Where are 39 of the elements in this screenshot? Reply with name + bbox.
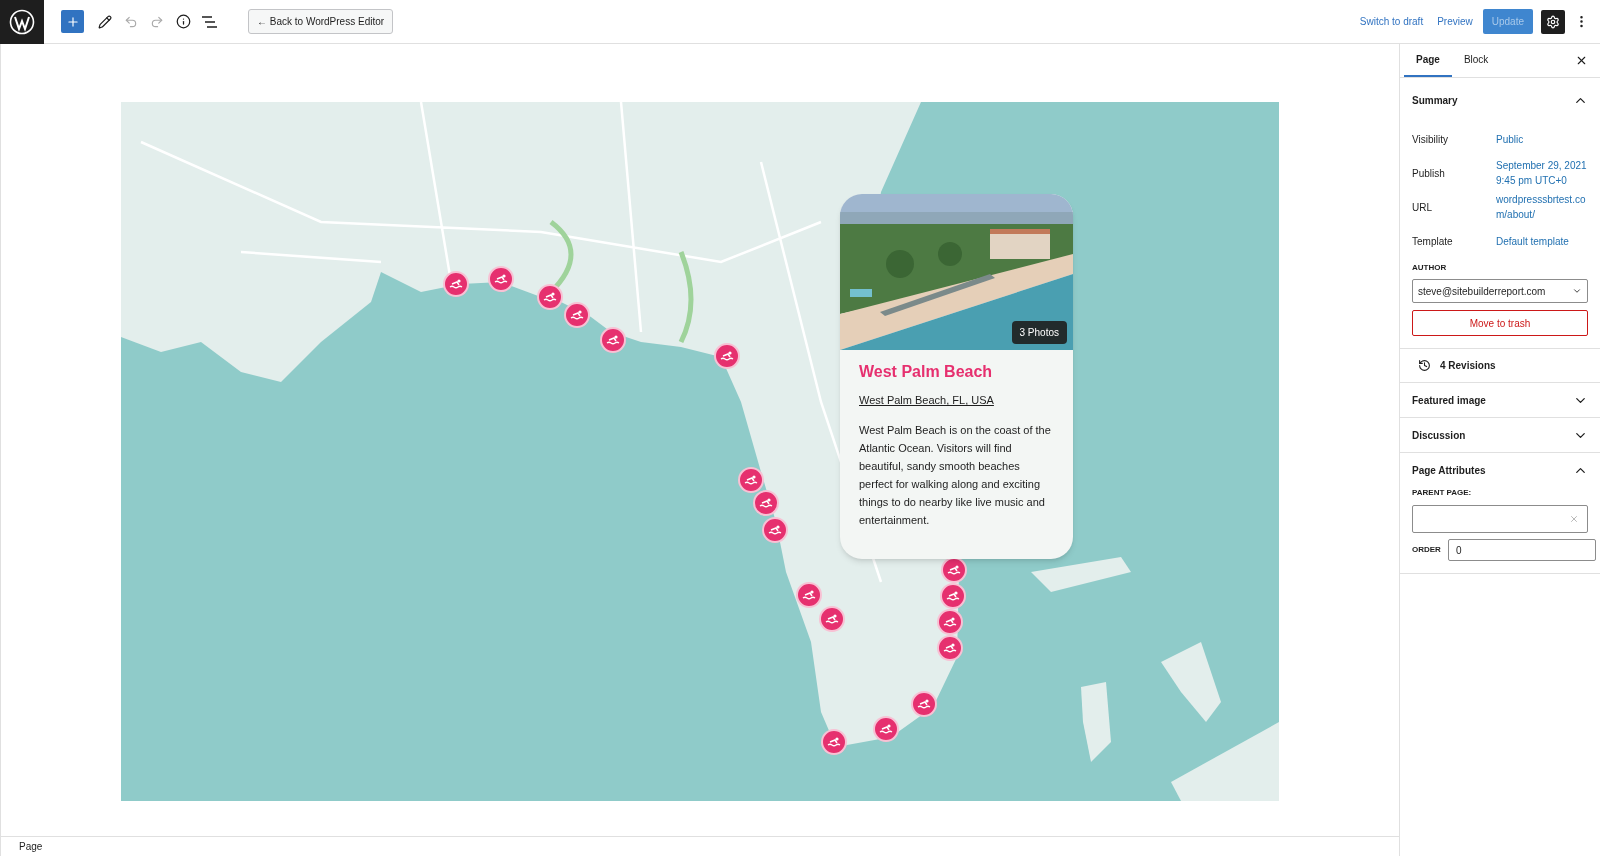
clear-icon xyxy=(1569,514,1579,524)
author-select[interactable]: steve@sitebuilderreport.com xyxy=(1412,279,1588,303)
undo-icon[interactable] xyxy=(124,14,138,29)
field-label: Publish xyxy=(1412,166,1446,181)
preview-button[interactable]: Preview xyxy=(1437,14,1473,29)
switch-to-draft-button[interactable]: Switch to draft xyxy=(1359,14,1424,29)
logo-icon[interactable] xyxy=(0,0,44,44)
field-value-link[interactable]: Default template xyxy=(1496,233,1588,249)
sidebar-tab[interactable]: Page xyxy=(1404,44,1452,77)
panel-toggle[interactable]: Featured image xyxy=(1412,383,1588,417)
field-value-link[interactable]: September 29, 2021 9:45 pm UTC+0 xyxy=(1496,158,1588,188)
revisions-link[interactable]: 4 Revisions xyxy=(1440,358,1496,373)
field-label: URL xyxy=(1412,200,1433,215)
list-view-icon[interactable] xyxy=(202,15,217,28)
parent-page-label: PARENT PAGE: xyxy=(1412,487,1473,499)
plus-icon xyxy=(65,14,80,29)
parent-page-field[interactable] xyxy=(1412,505,1588,533)
back-button[interactable]: ← Back to WordPress Editor xyxy=(248,9,394,34)
sidebar-tab[interactable]: Block xyxy=(1451,44,1501,77)
field-label: Visibility xyxy=(1412,132,1449,147)
settings-button[interactable] xyxy=(1541,9,1565,34)
settings-icon xyxy=(1546,14,1560,29)
pencil-icon[interactable] xyxy=(98,14,112,29)
move-to-trash-button[interactable]: Move to trash xyxy=(1412,310,1588,336)
field-value-link[interactable]: wordpresssbrtest.com/about/ xyxy=(1496,192,1588,222)
panel-toggle[interactable]: Discussion xyxy=(1412,418,1588,452)
redo-icon[interactable] xyxy=(150,14,164,29)
author-label: AUTHOR xyxy=(1412,262,1448,274)
history-icon xyxy=(1418,359,1431,372)
close-icon[interactable] xyxy=(1575,54,1588,67)
panel-toggle[interactable]: Page Attributes xyxy=(1412,453,1588,487)
breadcrumb[interactable]: Page xyxy=(19,839,43,854)
add-block-button[interactable] xyxy=(61,10,84,33)
chevron-down-icon xyxy=(1572,286,1582,296)
field-label: Template xyxy=(1412,234,1454,249)
panel-toggle[interactable]: Summary xyxy=(1412,78,1588,122)
info-icon[interactable] xyxy=(176,14,191,29)
field-value-link[interactable]: Public xyxy=(1496,131,1588,147)
order-field[interactable]: 0 xyxy=(1448,539,1596,561)
